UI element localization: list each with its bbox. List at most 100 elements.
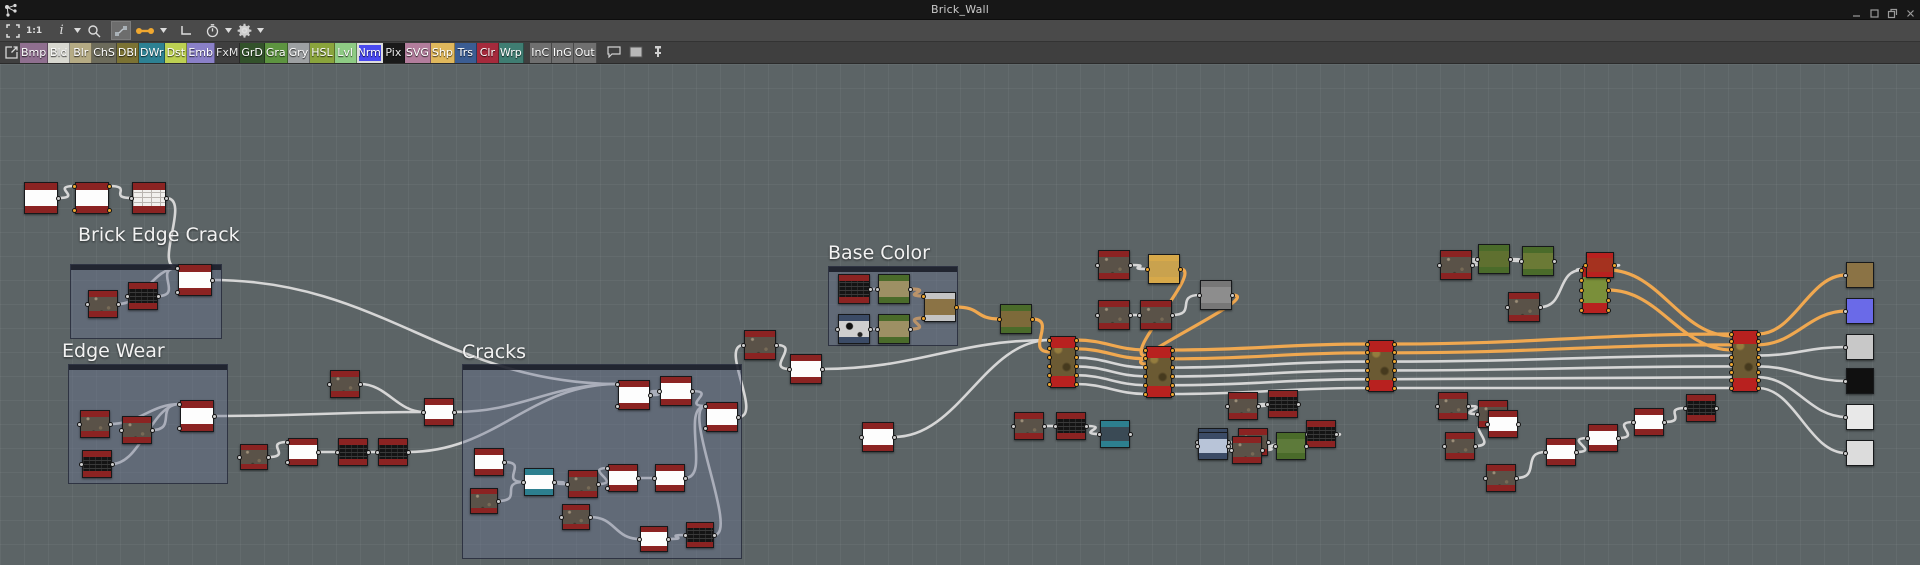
graph-node[interactable] bbox=[288, 438, 318, 466]
node-input-port[interactable] bbox=[1843, 378, 1848, 384]
node-input-port[interactable] bbox=[1579, 287, 1584, 293]
node-output-port[interactable] bbox=[1178, 266, 1183, 272]
node-input-port[interactable] bbox=[1143, 373, 1148, 379]
node-output-port[interactable] bbox=[1756, 346, 1761, 352]
node-input-port[interactable] bbox=[125, 293, 130, 299]
node-input-port[interactable] bbox=[177, 401, 182, 407]
diffuse-output[interactable] bbox=[1846, 262, 1874, 288]
graph-node[interactable] bbox=[744, 330, 776, 360]
node-input-port[interactable] bbox=[85, 301, 90, 307]
graph-node[interactable] bbox=[1488, 410, 1518, 438]
graph-node[interactable] bbox=[1014, 412, 1044, 440]
graph-node[interactable] bbox=[1148, 254, 1180, 284]
node-input-port[interactable] bbox=[1683, 405, 1688, 411]
node-input-port[interactable] bbox=[177, 425, 182, 431]
node-input-port[interactable] bbox=[1579, 307, 1584, 313]
node-input-port[interactable] bbox=[1729, 354, 1734, 360]
connection-wire[interactable] bbox=[1756, 375, 1848, 419]
filter-chip-grd[interactable]: GrD bbox=[240, 42, 265, 63]
node-graph-canvas[interactable]: Brick Edge Crack Edge Wear Cracks Base Colo… bbox=[0, 64, 1920, 565]
graph-node[interactable] bbox=[1306, 420, 1336, 448]
maximize-button[interactable] bbox=[1869, 4, 1880, 18]
node-output-port[interactable] bbox=[954, 304, 959, 310]
node-output-port[interactable] bbox=[1170, 391, 1175, 397]
node-output-port[interactable] bbox=[1508, 256, 1513, 262]
node-layout-button[interactable] bbox=[111, 21, 132, 40]
node-input-port[interactable] bbox=[1583, 262, 1588, 268]
node-input-port[interactable] bbox=[1225, 403, 1230, 409]
filter-chip-bmp[interactable]: Bmp bbox=[20, 42, 49, 63]
graph-node[interactable] bbox=[24, 182, 58, 214]
graph-node[interactable] bbox=[330, 370, 360, 398]
filter-chip-gry[interactable]: Gry bbox=[287, 42, 311, 63]
node-input-port[interactable] bbox=[875, 326, 880, 332]
node-input-port[interactable] bbox=[335, 449, 340, 455]
node-output-port[interactable] bbox=[107, 207, 112, 213]
filter-chip-blr[interactable]: Blr bbox=[70, 42, 93, 63]
graph-node[interactable] bbox=[1000, 304, 1032, 334]
graph-node[interactable] bbox=[838, 314, 870, 344]
graph-node[interactable] bbox=[862, 422, 894, 452]
node-output-port[interactable] bbox=[1392, 376, 1397, 382]
node-input-port[interactable] bbox=[835, 326, 840, 332]
node-output-port[interactable] bbox=[552, 479, 557, 485]
node-input-port[interactable] bbox=[703, 403, 708, 409]
restore-button[interactable] bbox=[1887, 4, 1898, 19]
node-input-port[interactable] bbox=[1579, 297, 1584, 303]
connection-wire[interactable] bbox=[1606, 268, 1734, 338]
node-output-port[interactable] bbox=[1606, 307, 1611, 313]
graph-node[interactable] bbox=[1050, 336, 1076, 388]
connection-wire[interactable] bbox=[1170, 342, 1370, 352]
connection-wire[interactable] bbox=[774, 343, 792, 371]
node-input-port[interactable] bbox=[657, 388, 662, 394]
node-output-port[interactable] bbox=[107, 183, 112, 189]
node-input-port[interactable] bbox=[1437, 262, 1442, 268]
node-output-port[interactable] bbox=[588, 514, 593, 520]
normal-output[interactable] bbox=[1846, 298, 1874, 324]
node-input-port[interactable] bbox=[327, 381, 332, 387]
node-output-port[interactable] bbox=[1606, 297, 1611, 303]
graph-node[interactable] bbox=[618, 380, 650, 410]
node-output-port[interactable] bbox=[1334, 431, 1339, 437]
graph-node[interactable] bbox=[1508, 292, 1540, 322]
settings-button[interactable] bbox=[235, 21, 254, 40]
filter-chip-clr[interactable]: Clr bbox=[476, 42, 499, 63]
node-output-port[interactable] bbox=[1170, 373, 1175, 379]
connection-wire[interactable] bbox=[1756, 309, 1848, 347]
settings-chevron-down-icon[interactable] bbox=[256, 28, 265, 33]
graph-node[interactable] bbox=[1440, 250, 1472, 280]
node-input-port[interactable] bbox=[741, 342, 746, 348]
connection-wire[interactable] bbox=[1170, 377, 1370, 387]
graph-node[interactable] bbox=[1634, 408, 1664, 436]
node-output-port[interactable] bbox=[150, 427, 155, 433]
node-output-port[interactable] bbox=[1042, 423, 1047, 429]
node-output-port[interactable] bbox=[1128, 431, 1133, 437]
node-input-port[interactable] bbox=[1143, 391, 1148, 397]
node-output-port[interactable] bbox=[1516, 421, 1521, 427]
filter-chip-out[interactable]: Out bbox=[573, 42, 597, 63]
node-input-port[interactable] bbox=[1365, 341, 1370, 347]
graph-node[interactable] bbox=[1198, 432, 1228, 460]
graph-node[interactable] bbox=[878, 274, 910, 304]
node-input-port[interactable] bbox=[1197, 292, 1202, 298]
node-output-port[interactable] bbox=[1128, 262, 1133, 268]
graph-node[interactable] bbox=[474, 448, 504, 476]
node-output-port[interactable] bbox=[316, 449, 321, 455]
node-input-port[interactable] bbox=[1631, 419, 1636, 425]
filter-chip-shp[interactable]: Shp bbox=[430, 42, 455, 63]
node-input-port[interactable] bbox=[1585, 435, 1590, 441]
node-output-port[interactable] bbox=[1304, 443, 1309, 449]
node-output-port[interactable] bbox=[116, 301, 121, 307]
node-output-port[interactable] bbox=[358, 381, 363, 387]
node-input-port[interactable] bbox=[285, 459, 290, 465]
comment-button[interactable] bbox=[603, 43, 625, 63]
graph-node[interactable] bbox=[1268, 390, 1298, 418]
filter-chip-hsl[interactable]: HSL bbox=[310, 42, 335, 63]
node-input-port[interactable] bbox=[703, 425, 708, 431]
connection-wire[interactable] bbox=[1392, 375, 1734, 381]
node-input-port[interactable] bbox=[421, 409, 426, 415]
node-input-port[interactable] bbox=[1143, 347, 1148, 353]
node-output-port[interactable] bbox=[1606, 287, 1611, 293]
frame-button[interactable] bbox=[625, 43, 647, 63]
node-output-port[interactable] bbox=[1473, 443, 1478, 449]
